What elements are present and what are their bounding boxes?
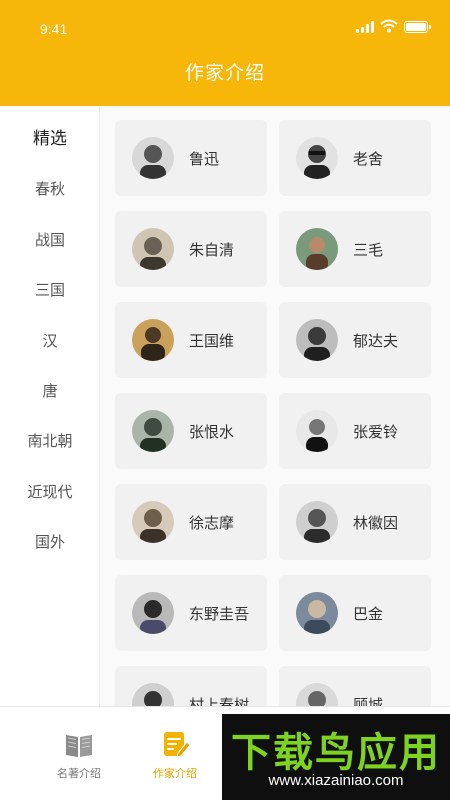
- author-avatar: [296, 683, 338, 706]
- author-name: 朱自清: [189, 240, 235, 259]
- author-avatar: [296, 228, 338, 270]
- status-time: 9:41: [40, 21, 68, 37]
- signal-icon: [356, 21, 374, 33]
- author-name: 徐志摩: [189, 513, 235, 532]
- watermark-url: www.xiazainiao.com: [268, 772, 404, 789]
- author-name: 顾城: [353, 695, 384, 707]
- author-avatar: [132, 410, 174, 452]
- author-name: 三毛: [353, 240, 384, 259]
- author-name: 巴金: [353, 604, 384, 623]
- author-avatar: [296, 410, 338, 452]
- author-avatar: [296, 319, 338, 361]
- page-title: 作家介绍: [184, 62, 265, 84]
- author-card[interactable]: 老舍: [279, 120, 431, 196]
- author-card[interactable]: 巴金: [279, 575, 431, 651]
- author-card[interactable]: 村上春树: [115, 666, 267, 706]
- author-name: 王国维: [189, 331, 235, 350]
- sidebar-item-three-kingdoms[interactable]: 三国: [0, 275, 100, 305]
- sidebar-item-southern-northern[interactable]: 南北朝: [0, 426, 100, 456]
- sidebar-item-tang[interactable]: 唐: [0, 376, 100, 406]
- author-card[interactable]: 林徽因: [279, 484, 431, 560]
- tab-authors[interactable]: 作家介绍: [145, 727, 205, 781]
- tab-authors-label: 作家介绍: [153, 767, 197, 780]
- battery-icon: [404, 21, 431, 33]
- author-avatar: [296, 501, 338, 543]
- app-header: 9:41 作家介绍: [0, 0, 450, 106]
- sidebar-item-warring-states[interactable]: 战国: [0, 225, 100, 255]
- author-avatar: [132, 319, 174, 361]
- author-name: 老舍: [353, 149, 384, 168]
- watermark-logo: 下载鸟应用 www.xiazainiao.com: [222, 714, 450, 800]
- author-name: 郁达夫: [353, 331, 399, 350]
- sidebar-item-featured[interactable]: 精选: [0, 124, 100, 154]
- status-icons: [356, 19, 431, 33]
- author-card[interactable]: 东野圭吾: [115, 575, 267, 651]
- author-card[interactable]: 鲁迅: [115, 120, 267, 196]
- book-icon: [66, 735, 92, 757]
- sidebar-item-spring-autumn[interactable]: 春秋: [0, 174, 100, 204]
- sidebar-item-foreign[interactable]: 国外: [0, 527, 100, 557]
- author-avatar: [132, 592, 174, 634]
- author-avatar: [296, 137, 338, 179]
- sidebar-item-han[interactable]: 汉: [0, 326, 100, 356]
- sidebar-item-modern[interactable]: 近现代: [0, 477, 100, 507]
- author-card[interactable]: 徐志摩: [115, 484, 267, 560]
- author-card[interactable]: 张爱铃: [279, 393, 431, 469]
- watermark-title: 下载鸟应用: [231, 730, 441, 776]
- author-avatar: [132, 228, 174, 270]
- author-avatar: [132, 683, 174, 706]
- tab-classics[interactable]: 名著介绍: [49, 727, 109, 781]
- author-card[interactable]: 三毛: [279, 211, 431, 287]
- category-sidebar: 精选 春秋 战国 三国 汉 唐 南北朝 近现代 国外: [0, 106, 100, 706]
- author-card[interactable]: 王国维: [115, 302, 267, 378]
- author-name: 张恨水: [189, 422, 235, 441]
- tab-classics-label: 名著介绍: [57, 767, 101, 780]
- author-card[interactable]: 张恨水: [115, 393, 267, 469]
- author-name: 东野圭吾: [189, 604, 250, 623]
- author-card[interactable]: 朱自清: [115, 211, 267, 287]
- author-grid: 鲁迅 老舍 朱自清 三毛 王国维 郁达夫 张恨水 张爱铃 徐志摩 林徽因 东野圭…: [101, 106, 450, 706]
- author-name: 张爱铃: [353, 422, 399, 441]
- wifi-icon: [380, 19, 398, 33]
- pen-note-icon: [164, 732, 191, 758]
- author-card[interactable]: 郁达夫: [279, 302, 431, 378]
- author-card[interactable]: 顾城: [279, 666, 431, 706]
- author-avatar: [132, 501, 174, 543]
- author-name: 林徽因: [353, 513, 399, 532]
- author-name: 鲁迅: [189, 149, 220, 168]
- author-avatar: [132, 137, 174, 179]
- author-avatar: [296, 592, 338, 634]
- author-name: 村上春树: [189, 695, 250, 707]
